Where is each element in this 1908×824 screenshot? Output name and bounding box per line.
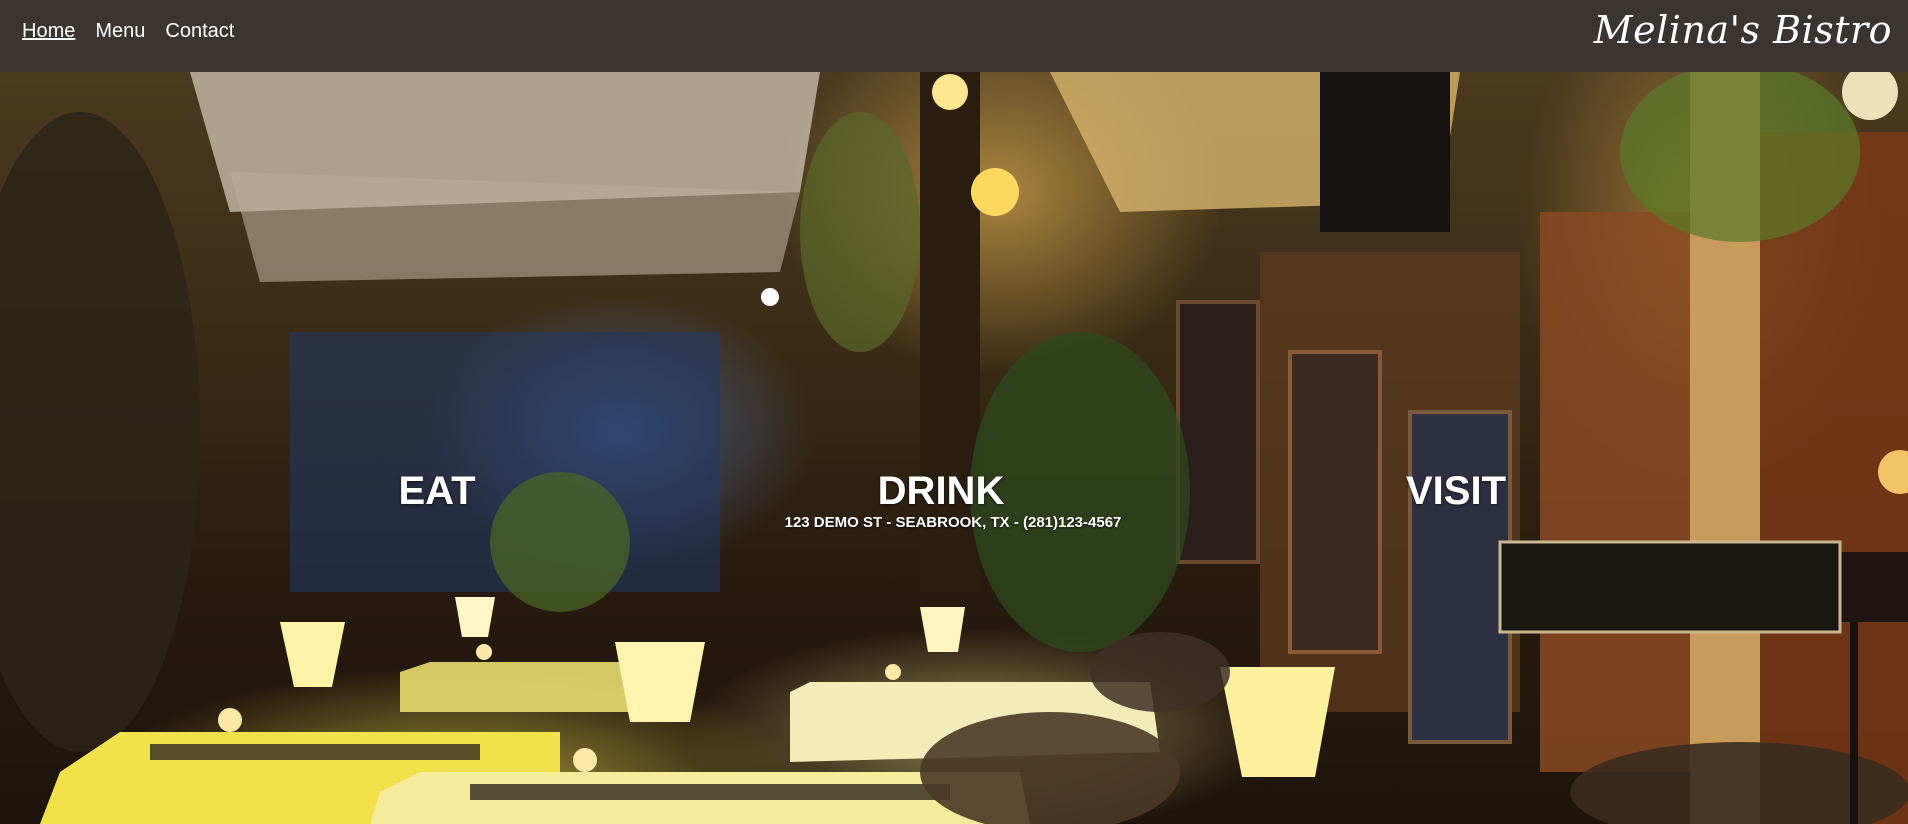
hanging-plant (800, 112, 920, 352)
tree-branches (0, 112, 200, 752)
wicker-chair (1090, 632, 1230, 712)
restaurant-address: 123 DEMO ST - SEABROOK, TX - (281)123-45… (784, 514, 1122, 531)
candle (573, 748, 597, 772)
instrument-case (1498, 540, 1842, 634)
nav-contact-link[interactable]: Contact (165, 20, 234, 43)
wall-art-panel (1288, 350, 1382, 654)
folded-napkin (615, 642, 705, 722)
hanging-light (1842, 72, 1898, 120)
brand-logo-text[interactable]: Melina's Bistro (1594, 8, 1892, 52)
candle (476, 644, 492, 660)
hero-image: EAT DRINK VISIT 123 DEMO ST - SEABROOK, … (0, 72, 1908, 824)
nav-home-link[interactable]: Home (22, 20, 75, 43)
speaker (1320, 72, 1450, 232)
wall-art-panel (1176, 300, 1260, 564)
table-runner (470, 784, 950, 800)
foliage (490, 472, 630, 612)
wall-art-panel (1408, 410, 1512, 744)
wood-wall (1540, 212, 1690, 772)
music-stand-pole (1850, 622, 1858, 824)
hanging-light (971, 168, 1019, 216)
candle (885, 664, 901, 680)
hero-heading-drink: DRINK (877, 469, 1005, 513)
table-yellow-cloth (400, 662, 640, 712)
folded-napkin (280, 622, 345, 687)
hero-heading-eat: EAT (398, 469, 476, 513)
nav-menu-link[interactable]: Menu (95, 20, 145, 43)
table-runner (150, 744, 480, 760)
restaurant-interior-illustration (0, 72, 1908, 824)
folded-napkin (920, 607, 965, 652)
nav-links: Home Menu Contact (22, 20, 234, 43)
spot-light (761, 288, 779, 306)
candle (218, 708, 242, 732)
folded-napkin (1220, 667, 1335, 777)
folded-napkin (455, 597, 495, 637)
hanging-light (932, 74, 968, 110)
top-navbar: Home Menu Contact Melina's Bistro (0, 0, 1908, 72)
hero-heading-visit: VISIT (1405, 469, 1507, 513)
